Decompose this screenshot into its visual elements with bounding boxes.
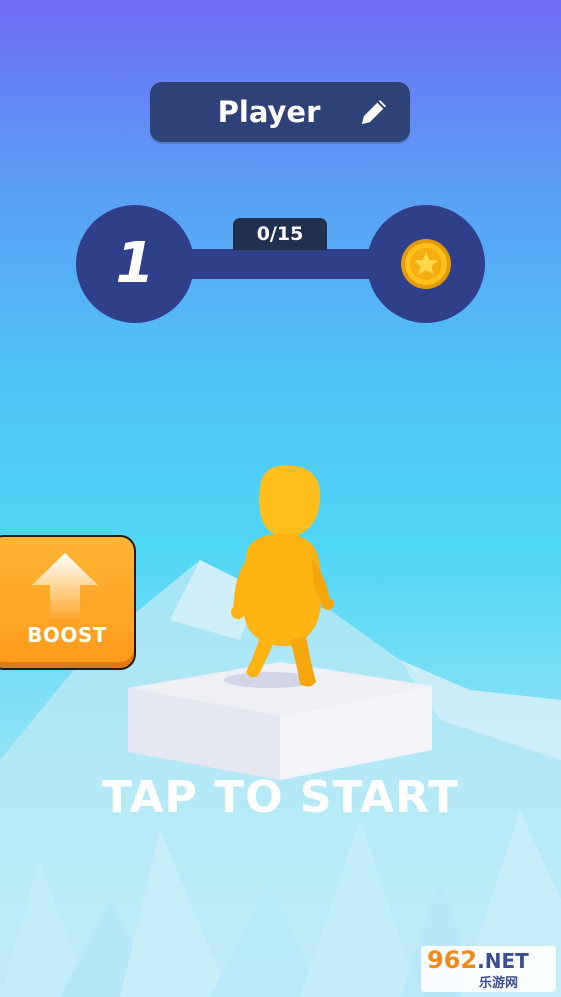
player-name-button[interactable]: Player: [150, 82, 410, 142]
boost-label: BOOST: [27, 623, 107, 647]
current-level-badge: 1: [76, 205, 194, 323]
up-arrow-icon: [32, 553, 98, 621]
star-coin-icon: [401, 239, 451, 289]
watermark-logo: 962.NET: [427, 946, 529, 974]
level-progress-label: 0/15: [233, 218, 327, 250]
reward-badge: [367, 205, 485, 323]
player-name: Player: [217, 95, 321, 129]
game-scene[interactable]: Player 0/15 1 BOOST TAP TO START 962.NET…: [0, 0, 561, 997]
site-watermark: 962.NET 乐游网: [421, 946, 556, 992]
watermark-subtitle: 乐游网: [479, 976, 519, 991]
boost-button[interactable]: BOOST: [0, 535, 136, 670]
pencil-icon[interactable]: [356, 94, 392, 130]
current-level-number: 1: [115, 231, 155, 296]
ice-landscape: [0, 465, 561, 997]
tap-to-start-prompt[interactable]: TAP TO START: [0, 772, 561, 823]
